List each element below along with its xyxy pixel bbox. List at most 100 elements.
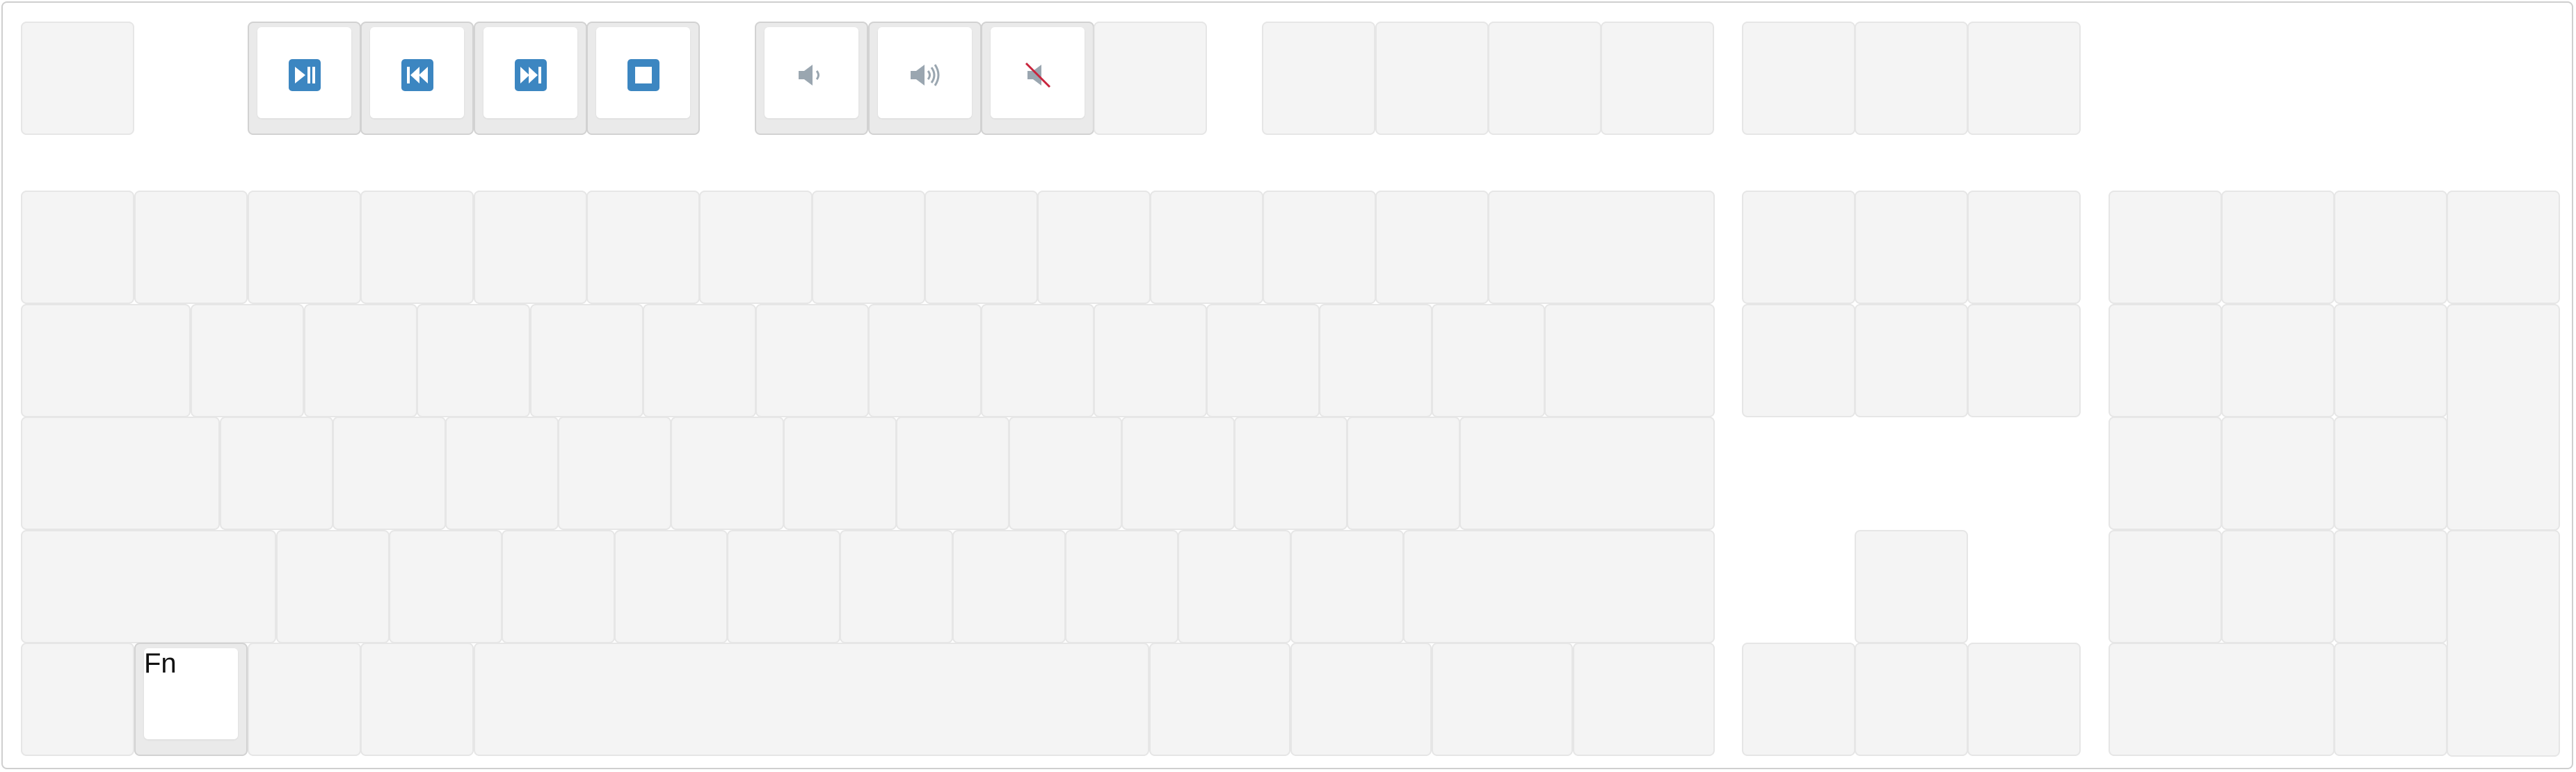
key-numpad-6[interactable] (2334, 417, 2447, 530)
key-numpad-1[interactable] (2109, 530, 2222, 643)
key-numpad-divide[interactable] (2221, 191, 2335, 304)
key-caps-lock[interactable] (21, 417, 220, 530)
key-y[interactable] (755, 304, 869, 417)
key-left-ctrl[interactable] (21, 643, 134, 756)
key-numpad-7[interactable] (2109, 304, 2222, 417)
key-right-bracket[interactable] (1432, 304, 1545, 417)
key-space[interactable] (474, 643, 1149, 756)
key-quote[interactable] (1347, 417, 1460, 530)
key-arrow-up[interactable] (1855, 530, 1968, 643)
key-x[interactable] (389, 530, 502, 643)
key-numpad-9[interactable] (2334, 304, 2447, 417)
key-f[interactable] (558, 417, 671, 530)
key-left-bracket[interactable] (1319, 304, 1432, 417)
key-volume-up[interactable] (868, 22, 982, 135)
key-right-alt[interactable] (1149, 643, 1290, 756)
key-comma[interactable] (1065, 530, 1178, 643)
key-semicolon[interactable] (1234, 417, 1347, 530)
key-p[interactable] (1206, 304, 1320, 417)
key-6[interactable] (699, 191, 813, 304)
key-backslash[interactable] (1544, 304, 1715, 417)
key-4[interactable] (474, 191, 587, 304)
key-minus[interactable] (1263, 191, 1376, 304)
key-previous-track[interactable] (360, 22, 474, 135)
key-numpad-multiply[interactable] (2334, 191, 2447, 304)
key-numpad-minus[interactable] (2447, 191, 2560, 304)
key-f6[interactable] (1375, 22, 1489, 135)
key-volume-down[interactable] (755, 22, 868, 135)
key-num-lock[interactable] (2109, 191, 2222, 304)
key-2[interactable] (248, 191, 361, 304)
key-q[interactable] (191, 304, 304, 417)
key-next-track[interactable] (474, 22, 587, 135)
key-l[interactable] (1121, 417, 1235, 530)
key-right-shift[interactable] (1403, 530, 1715, 643)
key-arrow-left[interactable] (1742, 643, 1855, 756)
key-scroll-lock[interactable] (1855, 22, 1968, 135)
key-numpad-5[interactable] (2221, 417, 2335, 530)
key-f8[interactable] (1601, 22, 1714, 135)
key-numpad-enter[interactable] (2447, 530, 2560, 757)
key-enter[interactable] (1459, 417, 1715, 530)
key-h[interactable] (783, 417, 897, 530)
key-e[interactable] (417, 304, 530, 417)
key-o[interactable] (1094, 304, 1207, 417)
key-numpad-8[interactable] (2221, 304, 2335, 417)
key-1[interactable] (134, 191, 248, 304)
key-tab[interactable] (21, 304, 191, 417)
key-7[interactable] (812, 191, 925, 304)
key-g[interactable] (671, 417, 784, 530)
key-w[interactable] (304, 304, 417, 417)
key-f7[interactable] (1488, 22, 1601, 135)
key-escape[interactable] (21, 22, 134, 135)
key-left-alt[interactable] (360, 643, 474, 756)
key-home[interactable] (1855, 191, 1968, 304)
key-c[interactable] (502, 530, 615, 643)
key-backtick[interactable] (21, 191, 134, 304)
key-k[interactable] (1009, 417, 1122, 530)
key-left-shift[interactable] (21, 530, 276, 643)
key-8[interactable] (925, 191, 1038, 304)
key-insert[interactable] (1742, 191, 1855, 304)
key-numpad-4[interactable] (2109, 417, 2222, 530)
key-z[interactable] (276, 530, 390, 643)
key-slash[interactable] (1290, 530, 1404, 643)
key-s[interactable] (333, 417, 446, 530)
key-arrow-right[interactable] (1967, 643, 2081, 756)
key-period[interactable] (1178, 530, 1291, 643)
key-fn[interactable]: Fn (134, 643, 248, 756)
key-numpad-3[interactable] (2334, 530, 2447, 643)
key-page-up[interactable] (1967, 191, 2081, 304)
key-numpad-plus[interactable] (2447, 304, 2560, 531)
key-u[interactable] (868, 304, 982, 417)
key-t[interactable] (643, 304, 756, 417)
key-numpad-2[interactable] (2221, 530, 2335, 643)
key-print-screen[interactable] (1742, 22, 1855, 135)
key-right-win[interactable] (1290, 643, 1432, 756)
key-v[interactable] (614, 530, 728, 643)
key-3[interactable] (360, 191, 474, 304)
key-play-pause[interactable] (248, 22, 361, 135)
key-right-ctrl[interactable] (1573, 643, 1715, 756)
key-a[interactable] (220, 417, 333, 530)
key-b[interactable] (727, 530, 840, 643)
key-menu[interactable] (1432, 643, 1573, 756)
key-n[interactable] (840, 530, 953, 643)
key-9[interactable] (1037, 191, 1151, 304)
key-numpad-0[interactable] (2109, 643, 2335, 756)
key-d[interactable] (445, 417, 559, 530)
key-mute[interactable] (981, 22, 1094, 135)
key-blank-function[interactable] (1094, 22, 1207, 135)
key-left-win[interactable] (248, 643, 361, 756)
key-j[interactable] (896, 417, 1009, 530)
key-pause[interactable] (1967, 22, 2081, 135)
key-backspace[interactable] (1488, 191, 1715, 304)
key-end[interactable] (1855, 304, 1968, 417)
key-delete[interactable] (1742, 304, 1855, 417)
key-equals[interactable] (1375, 191, 1489, 304)
key-arrow-down[interactable] (1855, 643, 1968, 756)
key-page-down[interactable] (1967, 304, 2081, 417)
key-0[interactable] (1150, 191, 1263, 304)
key-r[interactable] (530, 304, 643, 417)
key-stop[interactable] (586, 22, 700, 135)
